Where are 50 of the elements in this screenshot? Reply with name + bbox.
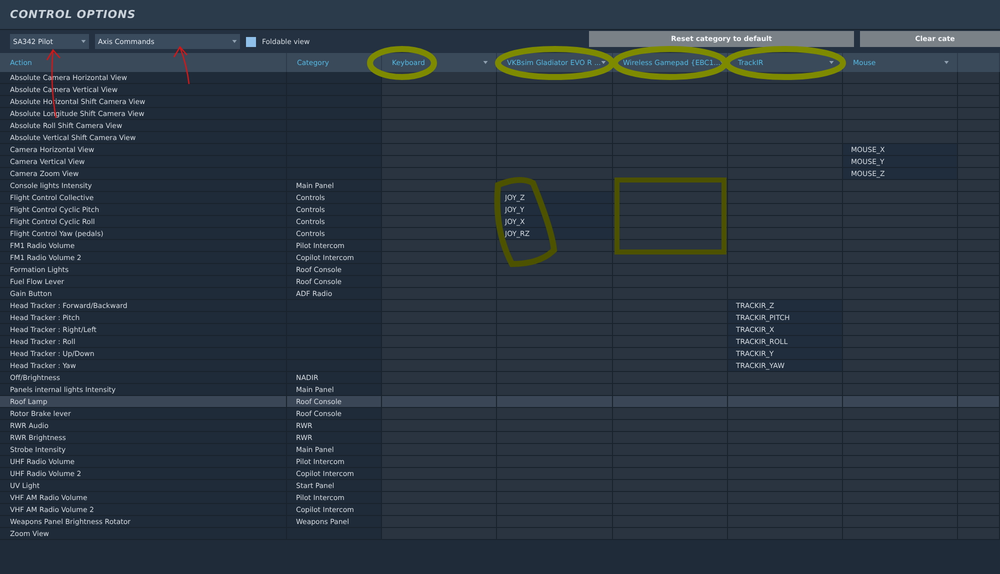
binding-cell[interactable] (382, 204, 497, 216)
binding-cell[interactable] (728, 192, 843, 204)
caret-icon (232, 40, 237, 43)
binding-cell[interactable] (613, 216, 728, 228)
binding-cell[interactable] (613, 408, 728, 420)
caret-icon (600, 61, 606, 64)
binding-cell[interactable] (382, 384, 497, 396)
binding-cell[interactable] (843, 72, 958, 84)
table-cell (958, 384, 1000, 396)
binding-cell[interactable] (497, 408, 613, 420)
binding-cell[interactable] (728, 252, 843, 264)
binding-cell[interactable] (382, 396, 497, 408)
binding-cell[interactable] (497, 384, 613, 396)
binding-cell[interactable] (728, 396, 843, 408)
binding-cell[interactable] (728, 180, 843, 192)
binding-cell[interactable] (382, 192, 497, 204)
binding-cell[interactable] (613, 384, 728, 396)
caret-icon (483, 61, 488, 64)
binding-cell[interactable] (382, 408, 497, 420)
table-cell (958, 408, 1000, 420)
hand-drawn-arrow (173, 46, 190, 85)
binding-cell[interactable] (843, 396, 958, 408)
binding-cell[interactable] (728, 168, 843, 180)
binding-cell[interactable] (382, 168, 497, 180)
binding-cell[interactable] (728, 408, 843, 420)
binding-cell[interactable] (728, 204, 843, 216)
binding-cell[interactable] (382, 228, 497, 240)
binding-cell[interactable] (728, 384, 843, 396)
binding-cell[interactable] (497, 168, 613, 180)
binding-cell[interactable] (497, 396, 613, 408)
caret-icon (829, 61, 834, 64)
binding-cell[interactable] (382, 216, 497, 228)
binding-cell[interactable] (613, 192, 728, 204)
table-cell (958, 396, 1000, 408)
binding-cell[interactable] (382, 180, 497, 192)
binding-cell[interactable] (613, 204, 728, 216)
binding-cell[interactable] (843, 408, 958, 420)
window-title: CONTROL OPTIONS (10, 8, 136, 21)
binding-cell[interactable] (728, 216, 843, 228)
highlight-ring (367, 46, 437, 80)
binding-cell[interactable] (497, 264, 613, 276)
caret-icon (944, 61, 949, 64)
binding-cell[interactable] (613, 396, 728, 408)
binding-cell[interactable] (843, 384, 958, 396)
binding-cell[interactable] (613, 228, 728, 240)
binding-cell[interactable] (728, 228, 843, 240)
caret-icon (81, 40, 86, 43)
checkbox[interactable] (246, 36, 256, 46)
table-cell (958, 72, 1000, 84)
binding-cell[interactable] (728, 240, 843, 252)
